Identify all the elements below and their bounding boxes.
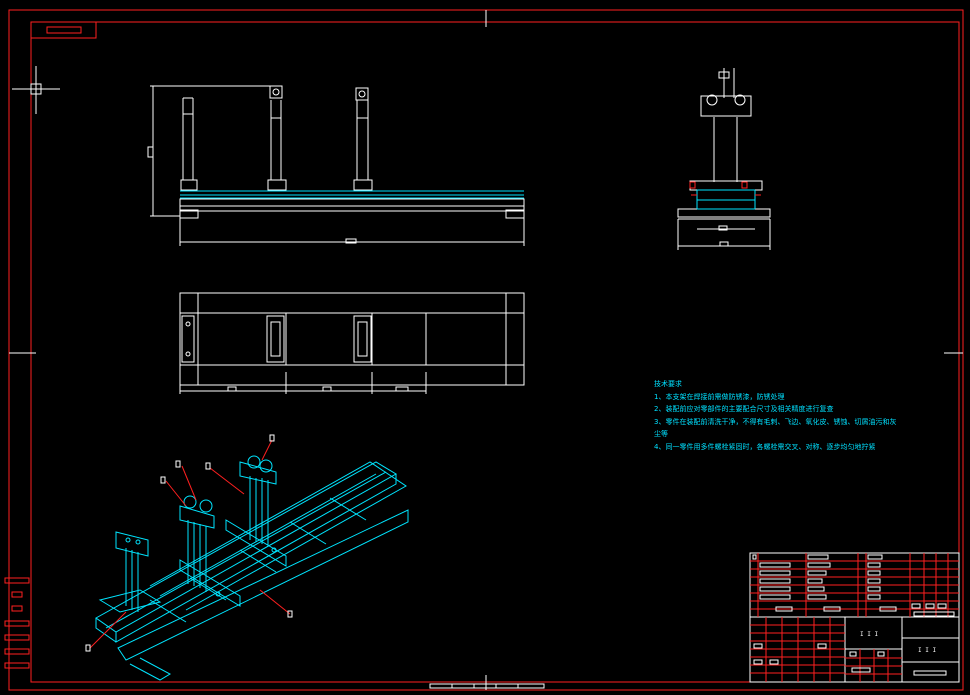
note-item: 3、零件在装配前清洗干净，不得有毛刺、飞边、氧化皮、锈蚀、切屑油污和灰 <box>654 417 897 426</box>
bottom-zone-marks <box>429 683 545 689</box>
part-leaders <box>89 439 291 649</box>
note-item: 2、装配前应对零部件的主要配合尺寸及相关精度进行复查 <box>654 405 834 413</box>
note-item: 4、同一零件用多件螺栓紧固时，各螺栓需交叉、对称、逐步均匀地拧紧 <box>654 442 876 451</box>
plan-view <box>179 292 525 394</box>
scale-marks: I I I <box>860 631 878 638</box>
note-item: 1、本支架在焊接前需做防锈漆，防锈处理 <box>654 392 785 401</box>
front-view <box>147 85 525 246</box>
side-view <box>677 68 771 250</box>
title-block <box>749 552 960 683</box>
technical-requirements: 技术要求 1、本支架在焊接前需做防锈漆，防锈处理 2、装配前应对零部件的主要配合… <box>654 378 914 453</box>
crosshair-cursor <box>12 66 60 114</box>
note-item: 尘等 <box>654 430 668 438</box>
isometric-view <box>95 455 409 681</box>
centering-marks <box>9 10 963 690</box>
sheet-marks: I I I <box>918 647 936 654</box>
cad-drawing-sheet: I I I I I I <box>4 9 964 691</box>
notes-title: 技术要求 <box>654 380 682 388</box>
drawing-frame <box>8 9 964 691</box>
